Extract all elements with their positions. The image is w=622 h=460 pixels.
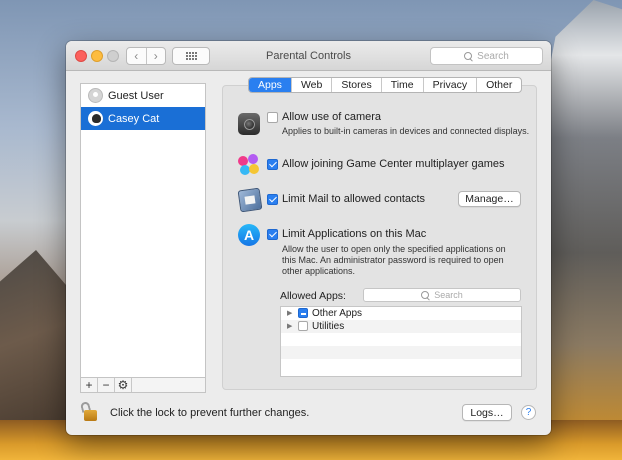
user-list: Guest User Casey Cat bbox=[80, 83, 206, 378]
limit-apps-description: Allow the user to open only the specifie… bbox=[282, 244, 506, 276]
add-user-button[interactable]: + bbox=[81, 378, 98, 392]
mail-checkbox[interactable] bbox=[267, 194, 278, 205]
remove-user-button[interactable]: − bbox=[98, 378, 115, 392]
sidebar-toolbar: + − ⚙ bbox=[80, 377, 206, 393]
list-item bbox=[281, 359, 521, 372]
manage-button[interactable]: Manage… bbox=[458, 191, 521, 207]
search-icon bbox=[464, 51, 473, 61]
camera-icon bbox=[238, 113, 260, 135]
list-item[interactable]: ▶ Other Apps bbox=[281, 307, 521, 320]
list-item bbox=[281, 333, 521, 346]
utilities-checkbox[interactable] bbox=[298, 321, 308, 331]
tab-bar: Apps Web Stores Time Privacy Other bbox=[248, 77, 523, 93]
disclosure-triangle-icon[interactable]: ▶ bbox=[287, 322, 292, 330]
game-center-checkbox[interactable] bbox=[267, 159, 278, 170]
gear-icon[interactable]: ⚙ bbox=[115, 378, 132, 392]
mail-label: Limit Mail to allowed contacts bbox=[282, 193, 426, 205]
app-name: Other Apps bbox=[312, 308, 363, 319]
tab-privacy[interactable]: Privacy bbox=[424, 78, 478, 92]
game-center-label: Allow joining Game Center multiplayer ga… bbox=[282, 158, 505, 170]
game-center-icon bbox=[238, 154, 260, 176]
user-row-guest[interactable]: Guest User bbox=[81, 84, 205, 107]
allowed-apps-search[interactable]: Search bbox=[363, 288, 521, 302]
mail-icon bbox=[237, 187, 263, 213]
allowed-apps-list: ▶ Other Apps ▶ Utilities bbox=[280, 306, 522, 377]
logs-button[interactable]: Logs… bbox=[462, 404, 512, 421]
allowed-apps-label: Allowed Apps: bbox=[280, 290, 346, 302]
list-item bbox=[281, 346, 521, 359]
user-name: Guest User bbox=[108, 89, 164, 102]
tab-web[interactable]: Web bbox=[292, 78, 333, 92]
user-name: Casey Cat bbox=[108, 112, 160, 125]
help-button[interactable]: ? bbox=[521, 405, 536, 420]
camera-description: Applies to built-in cameras in devices a… bbox=[282, 126, 530, 136]
search-placeholder: Search bbox=[434, 290, 463, 300]
limit-apps-checkbox[interactable] bbox=[267, 229, 278, 240]
list-item[interactable]: ▶ Utilities bbox=[281, 320, 521, 333]
camera-checkbox[interactable] bbox=[267, 112, 278, 123]
lock-message: Click the lock to prevent further change… bbox=[110, 407, 310, 419]
avatar bbox=[88, 88, 103, 103]
tab-other[interactable]: Other bbox=[477, 78, 521, 92]
search-field[interactable]: Search bbox=[430, 47, 543, 65]
app-name: Utilities bbox=[312, 321, 345, 332]
tab-time[interactable]: Time bbox=[382, 78, 424, 92]
lock-icon[interactable] bbox=[79, 401, 98, 421]
tab-stores[interactable]: Stores bbox=[332, 78, 382, 92]
title-bar: ‹ › Parental Controls Search bbox=[66, 41, 551, 71]
search-icon bbox=[421, 290, 430, 300]
app-store-icon: A bbox=[238, 224, 260, 246]
search-placeholder: Search bbox=[477, 50, 509, 62]
other-apps-checkbox[interactable] bbox=[298, 308, 308, 318]
parental-controls-window: ‹ › Parental Controls Search Guest User … bbox=[66, 41, 551, 435]
disclosure-triangle-icon[interactable]: ▶ bbox=[287, 309, 292, 317]
camera-label: Allow use of camera bbox=[282, 111, 382, 123]
limit-apps-label: Limit Applications on this Mac bbox=[282, 228, 427, 240]
avatar bbox=[88, 111, 103, 126]
user-row-casey[interactable]: Casey Cat bbox=[81, 107, 205, 130]
tab-apps[interactable]: Apps bbox=[249, 78, 292, 92]
